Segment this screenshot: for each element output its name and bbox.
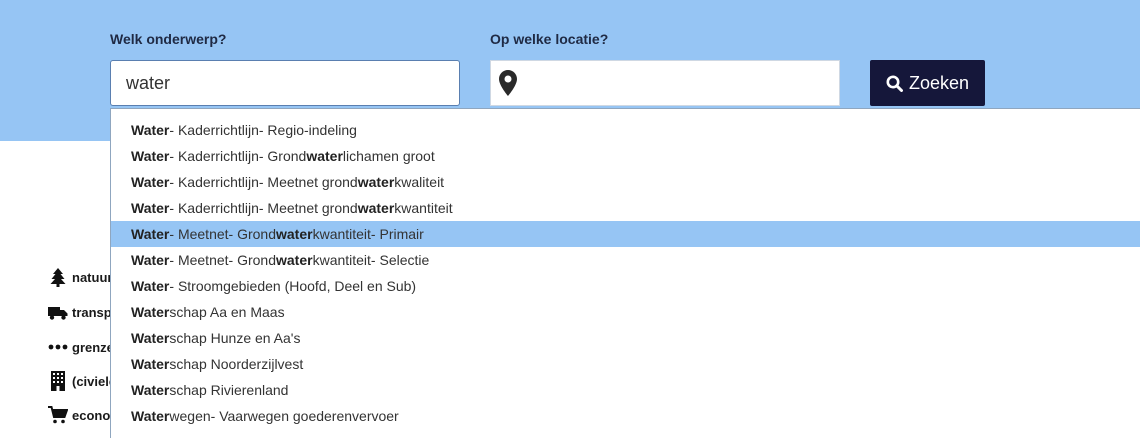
- suggestion-text: kwaliteit: [394, 174, 445, 190]
- suggestion-match: Water: [131, 356, 170, 372]
- suggestion-text: schap Rivierenland: [169, 382, 289, 398]
- suggestion-item[interactable]: Waterwegen- Vaarwegen goederenvervoer: [111, 403, 1140, 429]
- cart-icon: [48, 405, 68, 425]
- category-label: econor: [72, 407, 116, 423]
- category-item-transport[interactable]: transp: [48, 300, 118, 324]
- suggestion-item[interactable]: Water- Kaderrichtlijn- Meetnet grondwate…: [111, 169, 1140, 195]
- topic-search-input[interactable]: [110, 60, 460, 106]
- category-item-civiele[interactable]: (civiele: [48, 369, 118, 393]
- suggestion-match: Water: [131, 226, 170, 242]
- suggestion-match: Water: [131, 408, 170, 424]
- suggestion-text: schap Aa en Maas: [169, 304, 285, 320]
- suggestion-item[interactable]: Water- Kaderrichtlijn- Meetnet grondwate…: [111, 195, 1140, 221]
- suggestion-match: Water: [131, 382, 170, 398]
- tree-icon: [48, 267, 68, 287]
- suggestion-text: - Meetnet- Grond: [169, 226, 276, 242]
- suggestion-match: Water: [131, 122, 170, 138]
- suggestion-text: kwantiteit- Primair: [312, 226, 424, 242]
- category-item-economie[interactable]: econor: [48, 403, 118, 427]
- magnifier-icon: [886, 75, 903, 92]
- suggestion-item[interactable]: Waterschap Aa en Maas: [111, 299, 1140, 325]
- suggestion-text: kwantiteit- Selectie: [312, 252, 430, 268]
- suggestion-text: - Kaderrichtlijn- Grond: [169, 148, 307, 164]
- suggestion-match: Water: [131, 252, 170, 268]
- suggestion-match: Water: [131, 278, 170, 294]
- ellipsis-icon: [48, 337, 68, 357]
- suggestion-match: Water: [131, 330, 170, 346]
- suggestion-item[interactable]: Waterschap Noorderzijlvest: [111, 351, 1140, 377]
- suggestion-text: - Stroomgebieden (Hoofd, Deel en Sub): [169, 278, 417, 294]
- suggestion-item[interactable]: Water- Meetnet- Grondwaterkwantiteit- Se…: [111, 247, 1140, 273]
- location-field[interactable]: [490, 60, 840, 107]
- suggestion-match: water: [276, 226, 313, 242]
- category-item-natuur[interactable]: natuur: [48, 265, 118, 289]
- location-label: Op welke locatie?: [490, 31, 609, 47]
- suggestion-text: lichamen groot: [342, 148, 435, 164]
- suggestion-match: Water: [131, 200, 170, 216]
- suggestion-text: - Kaderrichtlijn- Regio-indeling: [169, 122, 357, 138]
- suggestion-item[interactable]: Water- Kaderrichtlijn- Regio-indeling: [111, 117, 1140, 143]
- building-icon: [48, 371, 68, 391]
- suggestion-text: schap Noorderzijlvest: [169, 356, 304, 372]
- suggestion-match: water: [306, 148, 343, 164]
- suggestion-item[interactable]: Waterschap Rivierenland: [111, 377, 1140, 403]
- topic-label: Welk onderwerp?: [110, 31, 227, 47]
- suggestion-text: wegen- Vaarwegen goederenvervoer: [169, 408, 399, 424]
- suggestion-item[interactable]: Water- Meetnet- Grondwaterkwantiteit- Pr…: [111, 221, 1140, 247]
- suggestion-match: water: [357, 200, 395, 216]
- category-label: grenze: [72, 339, 114, 355]
- autocomplete-dropdown: Water- Kaderrichtlijn- Regio-indeling Wat…: [110, 108, 1140, 438]
- suggestion-match: Water: [131, 148, 170, 164]
- suggestion-match: Water: [131, 304, 170, 320]
- suggestion-match: Water: [131, 174, 170, 190]
- truck-icon: [48, 302, 68, 322]
- suggestion-text: - Meetnet- Grond: [169, 252, 276, 268]
- suggestion-item[interactable]: Water- Kaderrichtlijn- Grondwaterlichame…: [111, 143, 1140, 169]
- category-item-grenzen[interactable]: grenze: [48, 335, 118, 359]
- search-button[interactable]: Zoeken: [870, 60, 985, 106]
- map-pin-icon: [499, 70, 517, 96]
- location-input[interactable]: [527, 61, 831, 107]
- suggestion-text: kwantiteit: [394, 200, 453, 216]
- suggestion-match: water: [357, 174, 395, 190]
- suggestion-text: - Kaderrichtlijn- Meetnet grond: [169, 174, 358, 190]
- suggestion-item[interactable]: Water- Stroomgebieden (Hoofd, Deel en Su…: [111, 273, 1140, 299]
- suggestion-text: schap Hunze en Aa's: [169, 330, 301, 346]
- search-button-label: Zoeken: [908, 72, 970, 93]
- suggestion-item[interactable]: Waterschap Hunze en Aa's: [111, 325, 1140, 351]
- category-label: transp: [72, 304, 112, 320]
- suggestion-text: - Kaderrichtlijn- Meetnet grond: [169, 200, 358, 216]
- category-label: natuur: [72, 269, 113, 285]
- suggestion-match: water: [276, 252, 313, 268]
